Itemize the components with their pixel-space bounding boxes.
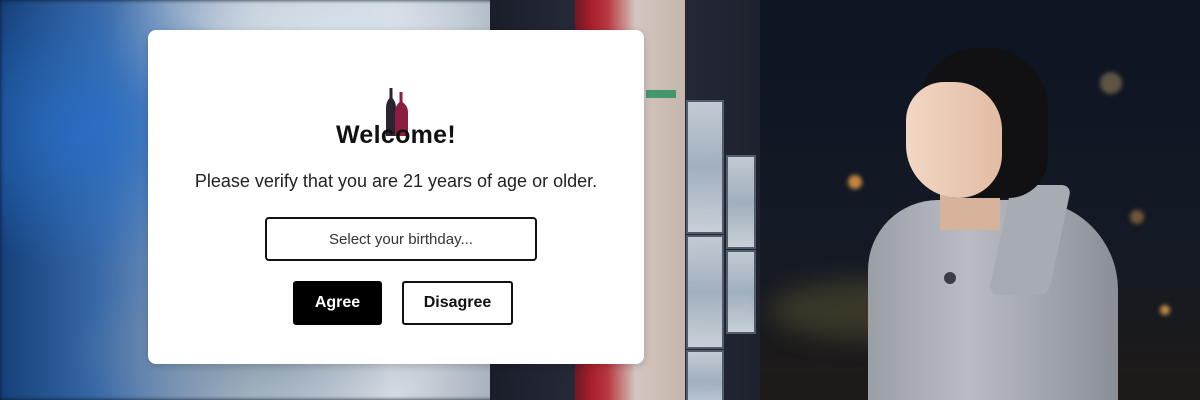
bokeh-light <box>1100 72 1122 94</box>
bokeh-light <box>1130 210 1144 224</box>
bokeh-light <box>1160 305 1170 315</box>
modal-title: Welcome! <box>335 121 457 149</box>
vending-machine-light <box>646 90 676 98</box>
woman-face <box>906 82 1002 198</box>
vending-machine-window <box>686 100 724 234</box>
bokeh-light <box>848 175 862 189</box>
age-requirement-message: Please verify that you are 21 years of a… <box>194 171 598 191</box>
agree-button[interactable]: Agree <box>293 281 382 325</box>
coat-button <box>944 272 956 284</box>
vending-machine-window <box>686 350 724 400</box>
disagree-button[interactable]: Disagree <box>402 281 513 325</box>
vending-machine-window <box>686 235 724 349</box>
age-gate-screen: Welcome! Please verify that you are 21 y… <box>0 0 1200 400</box>
vending-machine-window <box>726 250 756 334</box>
vending-machine-window <box>726 155 756 249</box>
birthday-input[interactable] <box>265 217 537 261</box>
woman-coat <box>868 200 1118 400</box>
age-verification-modal: Welcome! Please verify that you are 21 y… <box>148 30 644 364</box>
